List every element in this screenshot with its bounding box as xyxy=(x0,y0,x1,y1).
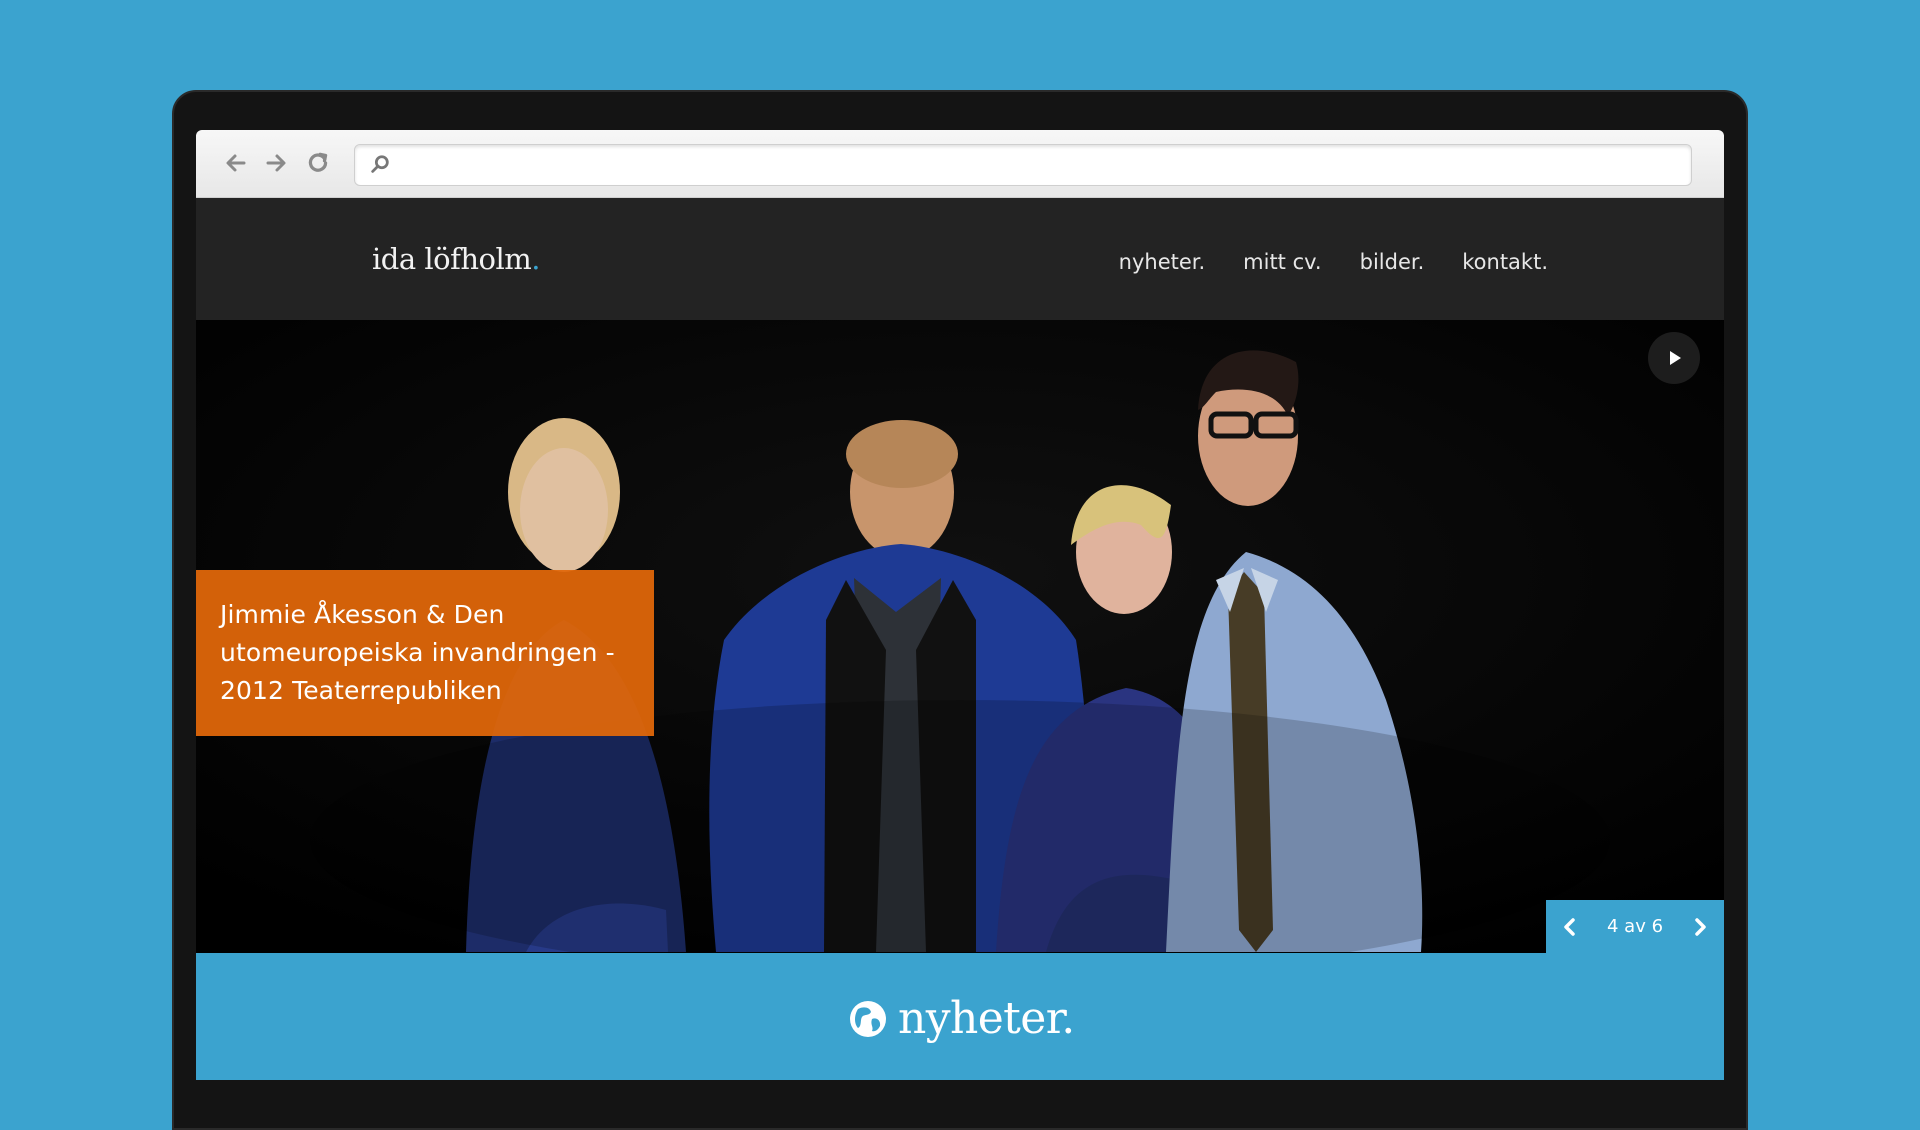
address-bar[interactable] xyxy=(354,144,1692,186)
logo-text: ida löfholm xyxy=(372,242,532,276)
hero-slideshow: Jimmie Åkesson & Den utomeuropeiska inva… xyxy=(196,320,1724,953)
news-section: nyheter. xyxy=(196,953,1724,1080)
back-arrow-icon[interactable] xyxy=(222,149,250,177)
caption-line-2: utomeuropeiska invandringen - xyxy=(220,638,615,667)
slide-caption: Jimmie Åkesson & Den utomeuropeiska inva… xyxy=(196,570,654,736)
site-logo[interactable]: ida löfholm. xyxy=(372,242,540,276)
browser-chrome xyxy=(196,130,1724,198)
caption-line-3: 2012 Teaterrepubliken xyxy=(220,676,502,705)
nav-item-mitt-cv[interactable]: mitt cv. xyxy=(1243,250,1321,274)
news-heading: nyheter. xyxy=(848,993,1075,1044)
reload-icon[interactable] xyxy=(304,149,332,177)
next-arrow-icon[interactable] xyxy=(1689,916,1711,938)
globe-icon xyxy=(850,1000,886,1037)
caption-line-1: Jimmie Åkesson & Den xyxy=(220,600,505,629)
back-arrow-icon-svg xyxy=(226,154,246,172)
chevron-right-icon xyxy=(1695,917,1706,936)
play-button[interactable] xyxy=(1648,332,1700,384)
reload-icon-svg xyxy=(308,152,328,172)
browser-window: ida löfholm. nyheter. mitt cv. bilder. k… xyxy=(196,130,1724,1080)
nav-item-bilder[interactable]: bilder. xyxy=(1360,250,1425,274)
play-icon xyxy=(1670,351,1681,365)
pager-label: 4 av 6 xyxy=(1606,916,1664,937)
nav-item-kontakt[interactable]: kontakt. xyxy=(1462,250,1548,274)
previous-arrow-icon[interactable] xyxy=(1559,916,1581,938)
nav-item-nyheter[interactable]: nyheter. xyxy=(1119,250,1206,274)
site-header: ida löfholm. nyheter. mitt cv. bilder. k… xyxy=(196,198,1724,320)
forward-arrow-icon[interactable] xyxy=(262,149,290,177)
slideshow-pager: 4 av 6 xyxy=(1546,900,1724,953)
main-navigation: nyheter. mitt cv. bilder. kontakt. xyxy=(1119,250,1548,274)
news-title: nyheter. xyxy=(898,993,1075,1044)
forward-arrow-icon-svg xyxy=(266,154,286,172)
search-icon xyxy=(371,155,389,173)
logo-dot: . xyxy=(531,242,540,276)
chevron-left-icon xyxy=(1564,917,1575,936)
